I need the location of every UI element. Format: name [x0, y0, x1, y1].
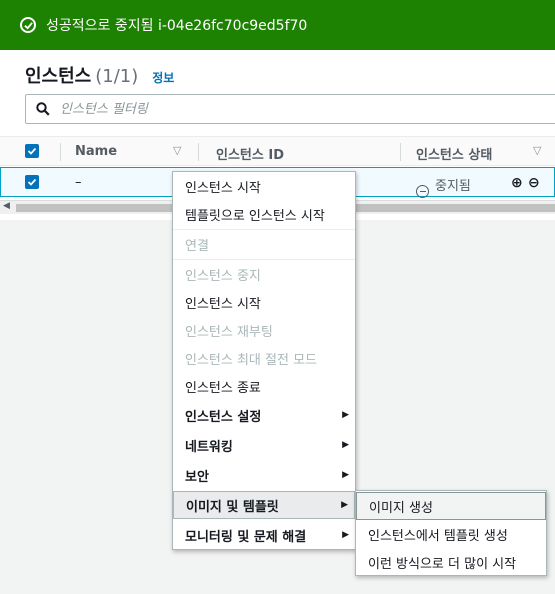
menu-item-label: 이미지 및 템플릿 — [186, 499, 279, 515]
check-circle-icon — [20, 17, 36, 33]
search-icon — [36, 102, 50, 116]
instance-actions-menu: 인스턴스 시작 템플릿으로 인스턴스 시작 연결 인스턴스 중지 인스턴스 시작… — [172, 171, 356, 550]
page-title: 인스턴스 — [25, 66, 92, 87]
zoom-out-icon[interactable]: ⊖ — [528, 175, 540, 191]
stopped-icon — [416, 184, 429, 198]
caret-right-icon: ▶ — [342, 410, 349, 420]
table-header: Name ▽ 인스턴스 ID 인스턴스 상태 ▽ — [0, 136, 555, 166]
submenu-item-launch-more-like-this[interactable]: 이런 방식으로 더 많이 시작 — [356, 548, 546, 576]
menu-item-connect: 연결 — [185, 238, 209, 254]
row-checkbox[interactable] — [25, 175, 39, 189]
banner-message: 성공적으로 중지됨 i-04e26fc70c9ed5f70 — [46, 18, 308, 34]
cell-instance-state: 중지됨 — [416, 175, 471, 198]
zoom-in-icon[interactable]: ⊕ — [511, 175, 523, 191]
menu-item-label: 모니터링 및 문제 해결 — [185, 529, 307, 545]
column-divider — [400, 143, 401, 161]
submenu-item-create-image[interactable]: 이미지 생성 — [356, 492, 546, 520]
sort-icon[interactable]: ▽ — [173, 144, 181, 157]
menu-item-terminate-instance[interactable]: 인스턴스 종료 — [173, 372, 355, 400]
select-all-checkbox[interactable] — [25, 144, 39, 158]
info-link[interactable]: 정보 — [152, 69, 174, 86]
panel-header: 인스턴스 (1/1) 정보 — [25, 62, 174, 88]
column-header-instance-state[interactable]: 인스턴스 상태 — [416, 144, 492, 163]
search-input[interactable] — [60, 101, 460, 117]
success-banner: 성공적으로 중지됨 i-04e26fc70c9ed5f70 — [0, 0, 555, 50]
menu-item-label: 인스턴스 설정 — [185, 409, 262, 425]
selection-count: (1/1) — [95, 66, 139, 87]
submenu-item-create-template[interactable]: 인스턴스에서 템플릿 생성 — [356, 520, 546, 548]
image-templates-submenu: 이미지 생성 인스턴스에서 템플릿 생성 이런 방식으로 더 많이 시작 — [355, 490, 547, 576]
menu-item-security[interactable]: 보안 ▶ — [173, 461, 355, 489]
cell-name: – — [75, 175, 82, 190]
caret-right-icon: ▶ — [342, 440, 349, 450]
instance-filter[interactable] — [25, 94, 555, 124]
state-label: 중지됨 — [435, 179, 471, 194]
caret-right-icon: ▶ — [341, 500, 348, 510]
menu-item-image-and-templates[interactable]: 이미지 및 템플릿 ▶ — [173, 491, 355, 519]
caret-right-icon: ▶ — [342, 470, 349, 480]
column-header-instance-id[interactable]: 인스턴스 ID — [216, 144, 284, 163]
menu-item-start-instance-2[interactable]: 인스턴스 시작 — [173, 288, 355, 316]
menu-item-networking[interactable]: 네트워킹 ▶ — [173, 431, 355, 459]
sort-icon[interactable]: ▽ — [533, 144, 541, 157]
column-divider — [198, 143, 199, 161]
scroll-left-icon[interactable]: ◀ — [3, 201, 10, 211]
column-header-name[interactable]: Name — [75, 144, 117, 159]
menu-item-label: 보안 — [185, 469, 209, 485]
menu-item-start-instance[interactable]: 인스턴스 시작 — [173, 172, 355, 200]
menu-item-label: 네트워킹 — [185, 439, 233, 455]
menu-item-reboot-instance: 인스턴스 재부팅 — [185, 324, 273, 340]
caret-right-icon: ▶ — [342, 530, 349, 540]
menu-item-launch-from-template[interactable]: 템플릿으로 인스턴스 시작 — [173, 200, 355, 228]
menu-item-monitoring-troubleshooting[interactable]: 모니터링 및 문제 해결 ▶ — [173, 521, 355, 549]
menu-item-instance-settings[interactable]: 인스턴스 설정 ▶ — [173, 401, 355, 429]
column-divider — [60, 143, 61, 161]
menu-item-stop-instance: 인스턴스 중지 — [185, 268, 261, 284]
menu-item-hibernate-instance: 인스턴스 최대 절전 모드 — [185, 352, 317, 368]
